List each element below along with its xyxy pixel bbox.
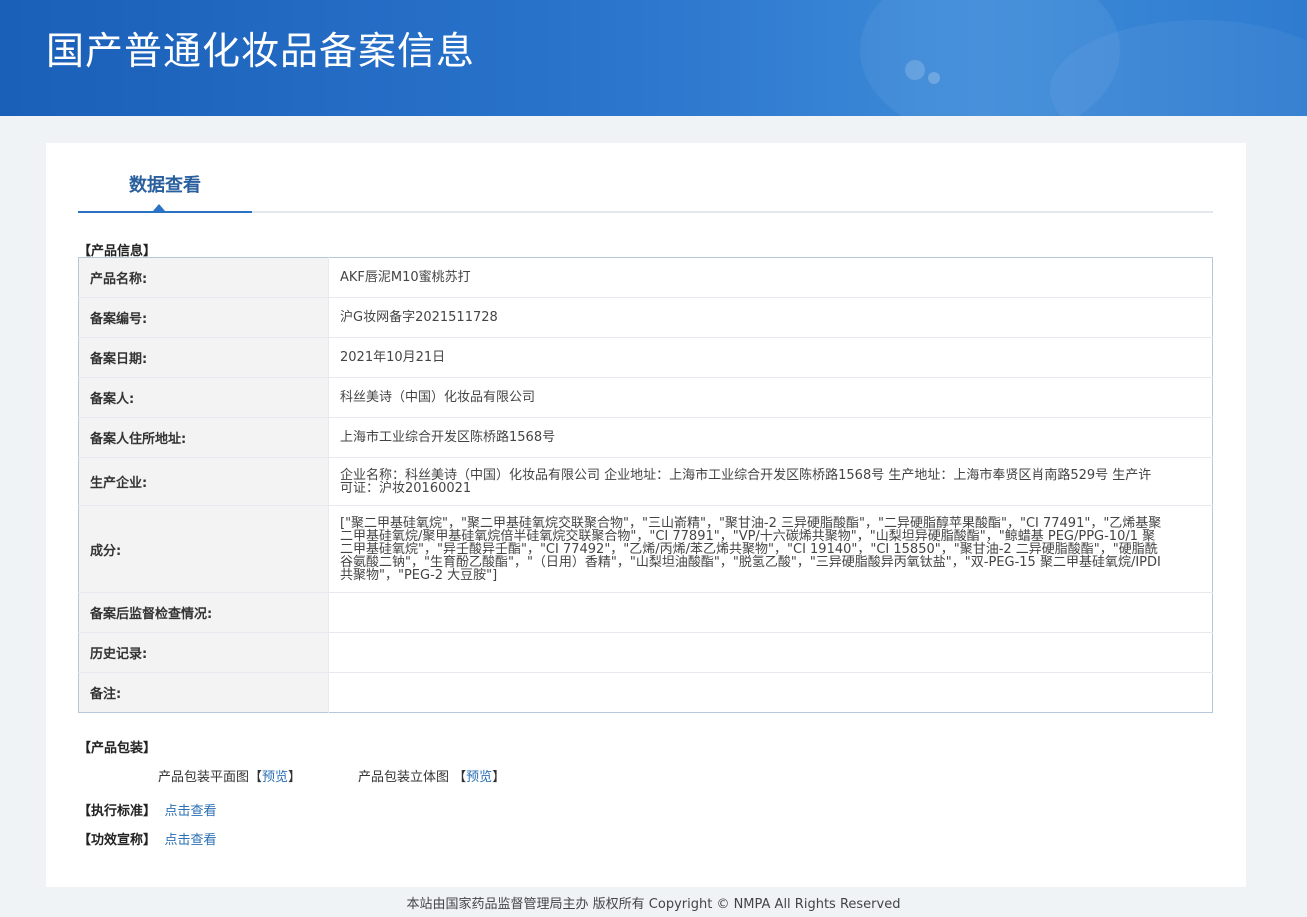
packaging-3d-preview-link[interactable]: 预览 [466, 770, 492, 785]
table-row: 备案日期: 2021年10月21日 [78, 337, 1213, 378]
row-label: 备案后监督检查情况: [78, 592, 329, 633]
header-banner: 国产普通化妆品备案信息 [0, 0, 1307, 116]
table-row: 备案人: 科丝美诗（中国）化妆品有限公司 [78, 377, 1213, 418]
packaging-section-label: 【产品包装】 [78, 741, 157, 756]
row-value [328, 632, 1213, 673]
table-row: 备注: [78, 672, 1213, 713]
tab-label: 数据查看 [129, 175, 201, 196]
packaging-flat-preview-link[interactable]: 预览 [262, 770, 288, 785]
standard-label: 【执行标准】 [78, 804, 157, 819]
tab-bar: 数据查看 [78, 143, 1213, 213]
table-row: 产品名称: AKF唇泥M10蜜桃苏打 [78, 257, 1213, 298]
bracket-open: 【 [249, 770, 263, 785]
row-label: 备注: [78, 672, 329, 713]
row-value: 企业名称：科丝美诗（中国）化妆品有限公司 企业地址：上海市工业综合开发区陈桥路1… [328, 457, 1213, 506]
bracket-close: 】 [492, 770, 506, 785]
row-value: 科丝美诗（中国）化妆品有限公司 [328, 377, 1213, 418]
row-label: 成分: [78, 505, 329, 593]
content-card: 数据查看 【产品信息】 产品名称: AKF唇泥M10蜜桃苏打 备案编号: 沪G妆… [46, 143, 1246, 887]
efficacy-view-link[interactable]: 点击查看 [165, 833, 217, 848]
site-title: 国产普通化妆品备案信息 [46, 29, 476, 73]
row-value: AKF唇泥M10蜜桃苏打 [328, 257, 1213, 298]
row-value: 2021年10月21日 [328, 337, 1213, 378]
table-row: 生产企业: 企业名称：科丝美诗（中国）化妆品有限公司 企业地址：上海市工业综合开… [78, 457, 1213, 506]
row-value [329, 673, 1213, 713]
bracket-close: 】 [288, 770, 302, 785]
standard-row: 【执行标准】 点击查看 [78, 800, 217, 819]
table-row: 备案编号: 沪G妆网备字2021511728 [78, 297, 1213, 338]
table-row: 备案人住所地址: 上海市工业综合开发区陈桥路1568号 [78, 417, 1213, 458]
row-label: 备案人: [78, 377, 329, 418]
tab-data-view[interactable]: 数据查看 [78, 143, 252, 213]
row-value: 沪G妆网备字2021511728 [328, 297, 1213, 338]
row-label: 备案人住所地址: [78, 417, 329, 458]
row-label: 备案日期: [78, 337, 329, 378]
product-info-table: 产品名称: AKF唇泥M10蜜桃苏打 备案编号: 沪G妆网备字202151172… [78, 257, 1213, 713]
efficacy-label: 【功效宣称】 [78, 833, 157, 848]
standard-view-link[interactable]: 点击查看 [165, 804, 217, 819]
bracket-open: 【 [453, 770, 467, 785]
row-value: 上海市工业综合开发区陈桥路1568号 [328, 417, 1213, 458]
table-row: 成分: ["聚二甲基硅氧烷"，"聚二甲基硅氧烷交联聚合物"，"三山嵛精"，"聚甘… [78, 505, 1213, 593]
footer: 本站由国家药品监督管理局主办 版权所有 Copyright © NMPA All… [406, 897, 901, 912]
row-label: 生产企业: [78, 457, 329, 506]
table-row: 历史记录: [78, 632, 1213, 673]
packaging-3d-label: 产品包装立体图 [358, 770, 450, 785]
row-label: 备案编号: [78, 297, 329, 338]
caret-up-icon [153, 204, 165, 211]
row-value: ["聚二甲基硅氧烷"，"聚二甲基硅氧烷交联聚合物"，"三山嵛精"，"聚甘油-2 … [328, 505, 1213, 593]
efficacy-row: 【功效宣称】 点击查看 [78, 829, 217, 848]
table-row: 备案后监督检查情况: [78, 592, 1213, 633]
row-value [328, 592, 1213, 633]
packaging-flat-label: 产品包装平面图 [158, 770, 250, 785]
row-label: 历史记录: [78, 632, 329, 673]
banner-decoration [905, 60, 925, 80]
packaging-flat-item: 产品包装平面图【预览】 [158, 766, 301, 785]
row-label: 产品名称: [78, 257, 329, 298]
packaging-3d-item: 产品包装立体图 【预览】 [358, 766, 505, 785]
banner-decoration [928, 72, 940, 84]
